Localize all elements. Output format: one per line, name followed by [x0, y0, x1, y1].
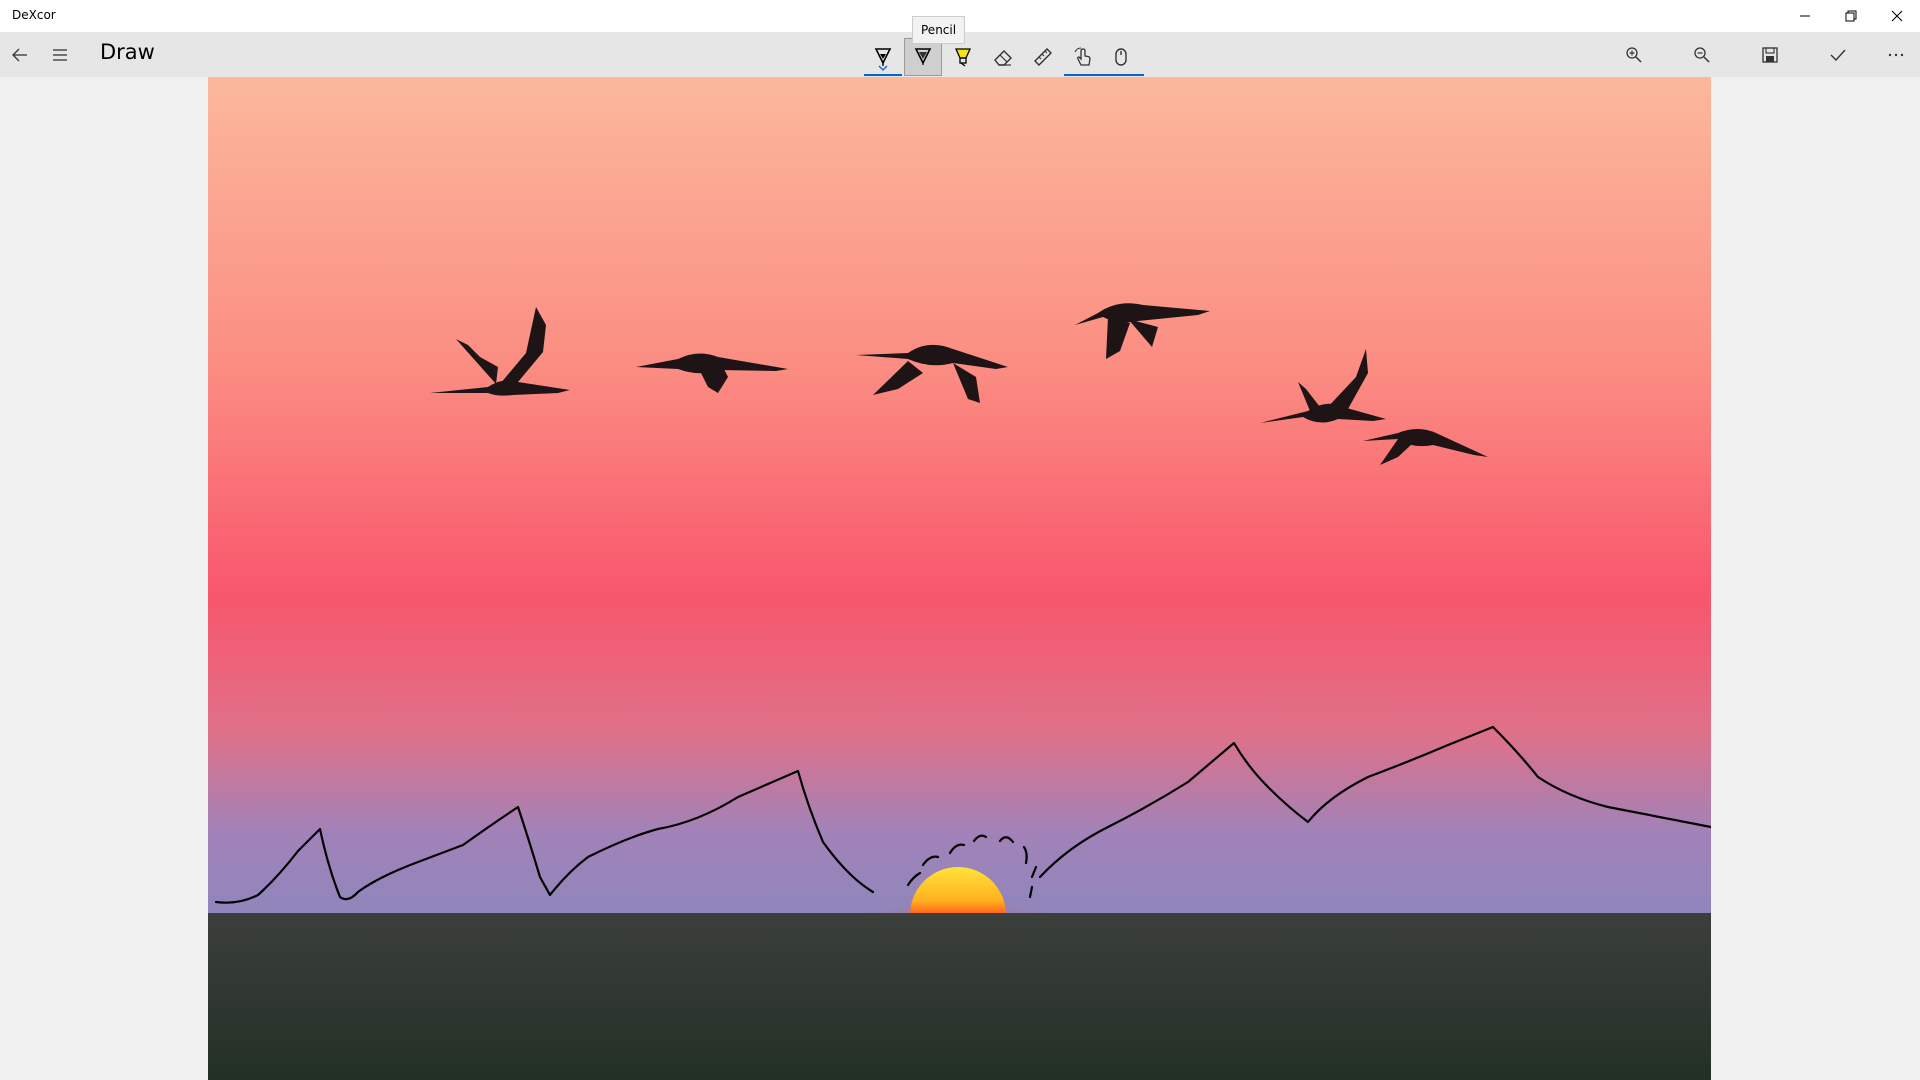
restore-button[interactable] — [1828, 0, 1874, 32]
mouse-icon — [1115, 48, 1127, 66]
input-mode-underline — [1064, 74, 1144, 76]
close-button[interactable] — [1874, 0, 1920, 32]
app-title: DeXcor — [12, 8, 56, 22]
save-button[interactable] — [1750, 32, 1790, 77]
close-icon — [1891, 10, 1903, 22]
tool-ruler[interactable] — [1024, 38, 1062, 76]
more-button[interactable] — [1876, 32, 1916, 77]
zoom-out-icon — [1694, 46, 1710, 63]
page-title: Draw — [100, 40, 155, 64]
tool-active-underline — [864, 74, 902, 76]
highlighter-icon — [954, 48, 972, 67]
touch-hand-icon — [1074, 47, 1091, 66]
drawing-canvas[interactable] — [208, 77, 1711, 1080]
tool-eraser[interactable] — [984, 38, 1022, 76]
chevron-down-icon[interactable] — [878, 65, 888, 72]
save-icon — [1762, 46, 1778, 63]
sunset-image — [208, 77, 1711, 1080]
tooltip: Pencil — [912, 16, 966, 44]
ruler-icon — [1034, 48, 1052, 66]
pencil-icon — [914, 48, 932, 65]
zoom-out-button[interactable] — [1682, 32, 1722, 77]
zoom-in-icon — [1626, 46, 1642, 63]
menu-button[interactable] — [44, 32, 76, 77]
canvas-area[interactable] — [0, 77, 1920, 1080]
back-arrow-icon — [12, 48, 27, 61]
more-icon — [1888, 53, 1904, 56]
minimize-icon — [1800, 15, 1810, 17]
restore-icon — [1845, 10, 1857, 22]
back-button[interactable] — [4, 32, 36, 77]
zoom-in-button[interactable] — [1614, 32, 1654, 77]
eraser-icon — [994, 50, 1012, 66]
checkmark-icon — [1830, 49, 1846, 61]
tool-mouse-input[interactable] — [1102, 38, 1140, 76]
minimize-button[interactable] — [1782, 0, 1828, 32]
hamburger-menu-icon — [53, 48, 67, 61]
done-button[interactable] — [1818, 32, 1858, 77]
tool-touch-writing[interactable] — [1064, 38, 1102, 76]
